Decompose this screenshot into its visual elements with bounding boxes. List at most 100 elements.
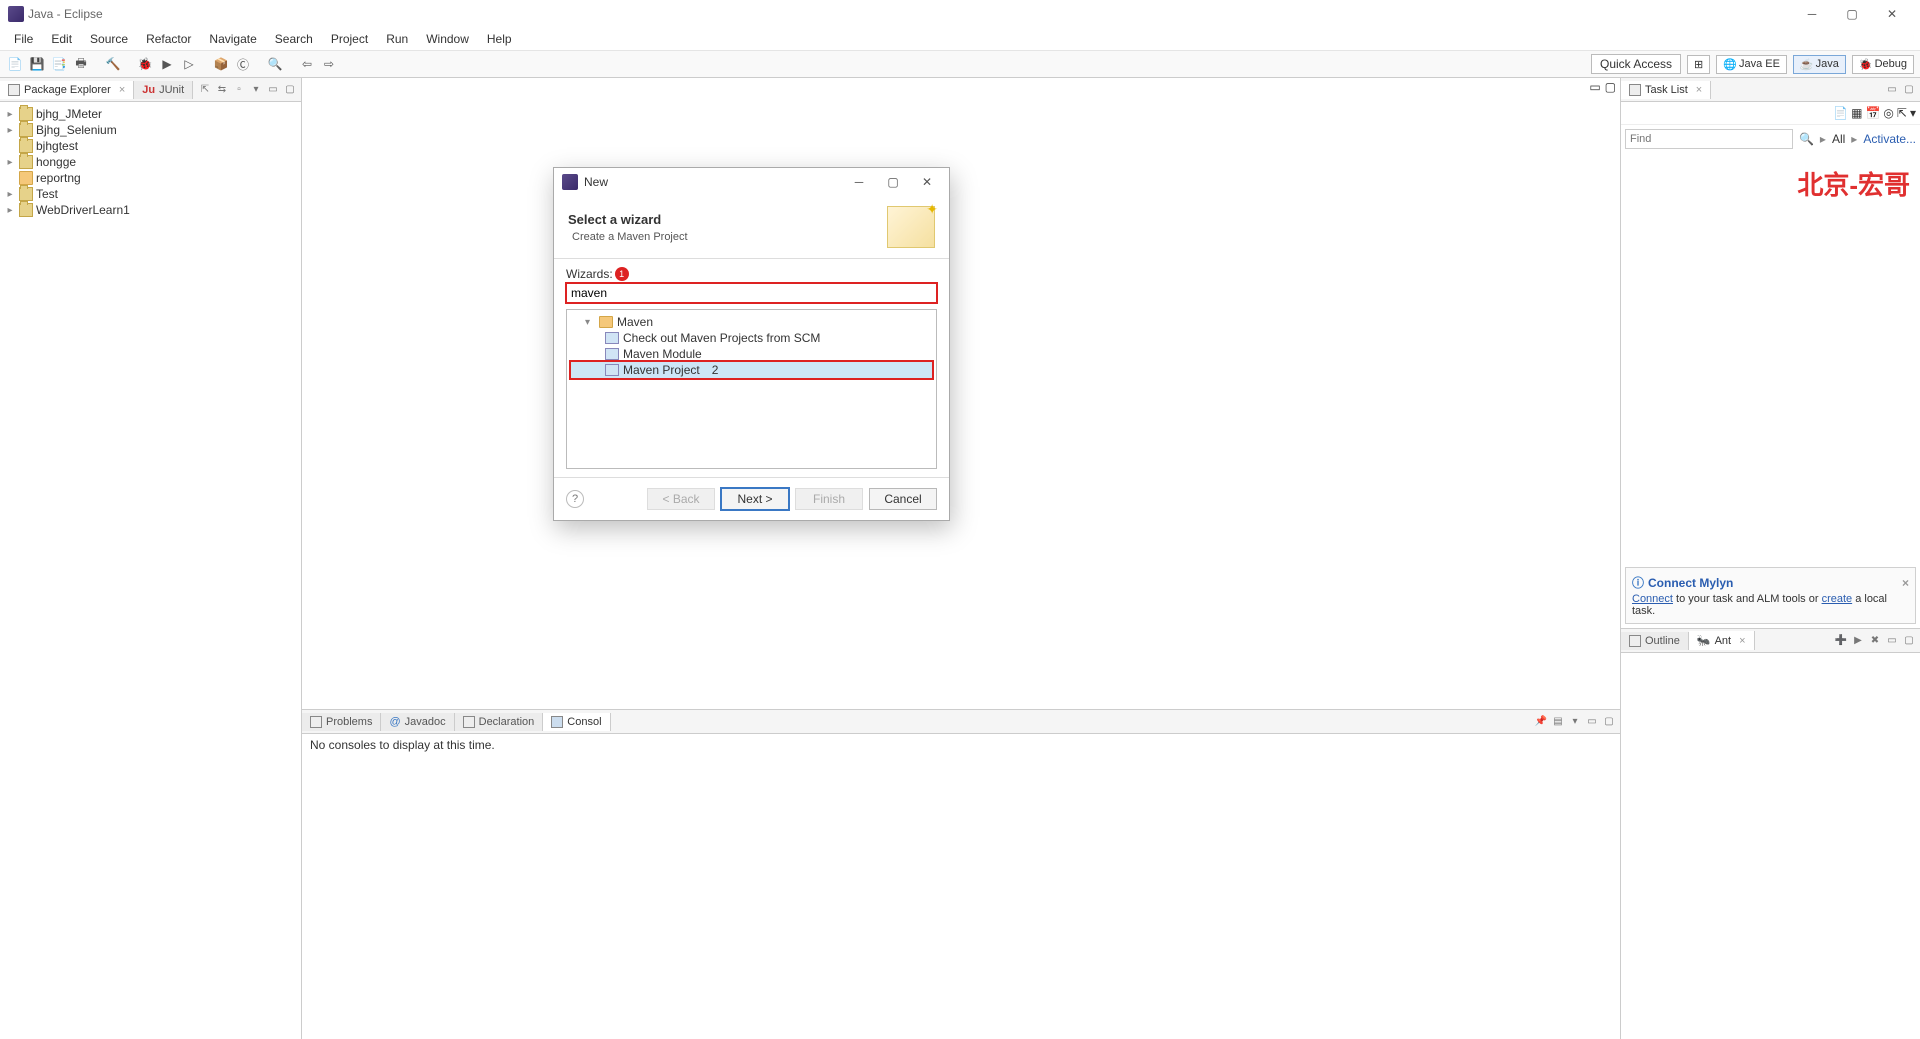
menu-search[interactable]: Search — [267, 30, 321, 48]
minimize-view-icon[interactable]: ▭ — [266, 83, 280, 97]
link-editor-icon[interactable]: ⇆ — [215, 83, 229, 97]
window-maximize[interactable]: ▢ — [1832, 2, 1872, 26]
collapse-icon[interactable]: ⇱ — [1897, 106, 1907, 120]
window-close[interactable]: ✕ — [1872, 2, 1912, 26]
schedule-icon[interactable]: 📅 — [1865, 106, 1880, 120]
tab-declaration[interactable]: Declaration — [455, 713, 544, 731]
maximize-view-icon[interactable]: ▢ — [283, 83, 297, 97]
menu-run[interactable]: Run — [378, 30, 416, 48]
perspective-java[interactable]: ☕ Java — [1793, 55, 1846, 74]
categorize-icon[interactable]: ▦ — [1851, 106, 1862, 120]
chevron-right-icon[interactable]: ▸ — [1820, 132, 1826, 146]
close-icon[interactable]: × — [1902, 576, 1909, 590]
console-pin-icon[interactable]: 📌 — [1534, 715, 1548, 729]
dialog-minimize[interactable]: ─ — [845, 175, 873, 189]
tab-ant[interactable]: 🐜Ant× — [1689, 631, 1755, 650]
ant-add-icon[interactable]: ➕ — [1834, 634, 1848, 648]
project-item[interactable]: reportng — [0, 170, 301, 186]
menu-navigate[interactable]: Navigate — [201, 30, 264, 48]
new-task-icon[interactable]: 📄 — [1833, 106, 1848, 120]
wizard-item-selected[interactable]: Maven Project 2 — [571, 362, 932, 378]
close-icon[interactable]: × — [1696, 84, 1702, 96]
dialog-maximize[interactable]: ▢ — [879, 175, 907, 189]
tab-outline[interactable]: Outline — [1621, 632, 1689, 650]
project-item[interactable]: bjhgtest — [0, 138, 301, 154]
wizard-folder[interactable]: ▾Maven — [571, 314, 932, 330]
wizard-item[interactable]: Maven Module — [571, 346, 932, 362]
help-icon[interactable]: ? — [566, 490, 584, 508]
next-button[interactable]: Next > — [721, 488, 789, 510]
maximize-view-icon[interactable]: ▢ — [1902, 634, 1916, 648]
filter-icon[interactable]: ▾ — [1910, 106, 1916, 120]
close-icon[interactable]: × — [1739, 635, 1745, 647]
wizard-tree[interactable]: ▾Maven Check out Maven Projects from SCM… — [566, 309, 937, 469]
perspective-open-icon[interactable]: ⊞ — [1687, 55, 1710, 74]
view-menu-icon[interactable]: ▾ — [249, 83, 263, 97]
console-open-icon[interactable]: ▾ — [1568, 715, 1582, 729]
project-item[interactable]: ▸Bjhg_Selenium — [0, 122, 301, 138]
menu-window[interactable]: Window — [418, 30, 477, 48]
save-all-icon[interactable]: 📑 — [50, 55, 68, 73]
maximize-view-icon[interactable]: ▢ — [1902, 83, 1916, 97]
minimize-view-icon[interactable]: ▭ — [1585, 715, 1599, 729]
tab-task-list[interactable]: Task List× — [1621, 81, 1711, 99]
menu-file[interactable]: File — [6, 30, 41, 48]
tab-package-explorer[interactable]: Package Explorer × — [0, 81, 134, 99]
dialog-close[interactable]: ✕ — [913, 175, 941, 189]
run-dropdown-icon[interactable]: ▶ — [158, 55, 176, 73]
minimize-view-icon[interactable]: ▭ — [1885, 634, 1899, 648]
quick-access[interactable]: Quick Access — [1591, 54, 1681, 74]
expand-icon[interactable]: ▸ — [4, 205, 16, 216]
ant-remove-icon[interactable]: ✖ — [1868, 634, 1882, 648]
task-find-input[interactable] — [1625, 129, 1793, 149]
nav-back-icon[interactable]: ⇦ — [298, 55, 316, 73]
project-item[interactable]: ▸bjhg_JMeter — [0, 106, 301, 122]
collapse-icon[interactable]: ▾ — [585, 317, 595, 328]
cancel-button[interactable]: Cancel — [869, 488, 937, 510]
package-explorer-tree[interactable]: ▸bjhg_JMeter ▸Bjhg_Selenium bjhgtest ▸ho… — [0, 102, 301, 1039]
print-icon[interactable]: 🖶 — [72, 55, 90, 73]
mylyn-create-link[interactable]: create — [1822, 593, 1853, 605]
focus-task-icon[interactable]: ◎ — [1883, 106, 1893, 120]
maximize-view-icon[interactable]: ▢ — [1602, 715, 1616, 729]
dialog-titlebar[interactable]: New ─ ▢ ✕ — [554, 168, 949, 196]
task-activate-link[interactable]: Activate... — [1863, 132, 1916, 146]
run-last-icon[interactable]: ▷ — [180, 55, 198, 73]
focus-icon[interactable]: ▫ — [232, 83, 246, 97]
maximize-editor-icon[interactable]: ▢ — [1605, 80, 1616, 94]
menu-project[interactable]: Project — [323, 30, 376, 48]
expand-icon[interactable]: ▸ — [4, 125, 16, 136]
mylyn-connect-link[interactable]: Connect — [1632, 593, 1673, 605]
expand-icon[interactable]: ▸ — [4, 109, 16, 120]
search-icon[interactable]: 🔍 — [266, 55, 284, 73]
tab-console[interactable]: Consol — [543, 713, 610, 731]
menu-source[interactable]: Source — [82, 30, 136, 48]
project-item[interactable]: ▸WebDriverLearn1 — [0, 202, 301, 218]
perspective-debug[interactable]: 🐞 Debug — [1852, 55, 1914, 74]
tab-junit[interactable]: Ju JUnit — [134, 81, 193, 99]
perspective-java-ee[interactable]: 🌐 Java EE — [1716, 55, 1787, 74]
wizard-item[interactable]: Check out Maven Projects from SCM — [571, 330, 932, 346]
expand-icon[interactable]: ▸ — [4, 189, 16, 200]
minimize-view-icon[interactable]: ▭ — [1885, 83, 1899, 97]
tab-problems[interactable]: Problems — [302, 713, 381, 731]
build-icon[interactable]: 🔨 — [104, 55, 122, 73]
menu-edit[interactable]: Edit — [43, 30, 80, 48]
console-display-icon[interactable]: ▤ — [1551, 715, 1565, 729]
ant-run-icon[interactable]: ▶ — [1851, 634, 1865, 648]
collapse-all-icon[interactable]: ⇱ — [198, 83, 212, 97]
task-all-label[interactable]: All — [1832, 132, 1845, 146]
chevron-right-icon[interactable]: ▸ — [1851, 132, 1857, 146]
tab-javadoc[interactable]: @Javadoc — [381, 713, 454, 731]
project-item[interactable]: ▸Test — [0, 186, 301, 202]
expand-icon[interactable]: ▸ — [4, 157, 16, 168]
close-icon[interactable]: × — [119, 84, 125, 96]
minimize-editor-icon[interactable]: ▭ — [1589, 80, 1600, 94]
menu-help[interactable]: Help — [479, 30, 520, 48]
new-button-icon[interactable]: 📄 — [6, 55, 24, 73]
menu-refactor[interactable]: Refactor — [138, 30, 199, 48]
project-item[interactable]: ▸hongge — [0, 154, 301, 170]
new-class-icon[interactable]: Ⓒ — [234, 55, 252, 73]
nav-forward-icon[interactable]: ⇨ — [320, 55, 338, 73]
debug-dropdown-icon[interactable]: 🐞 — [136, 55, 154, 73]
